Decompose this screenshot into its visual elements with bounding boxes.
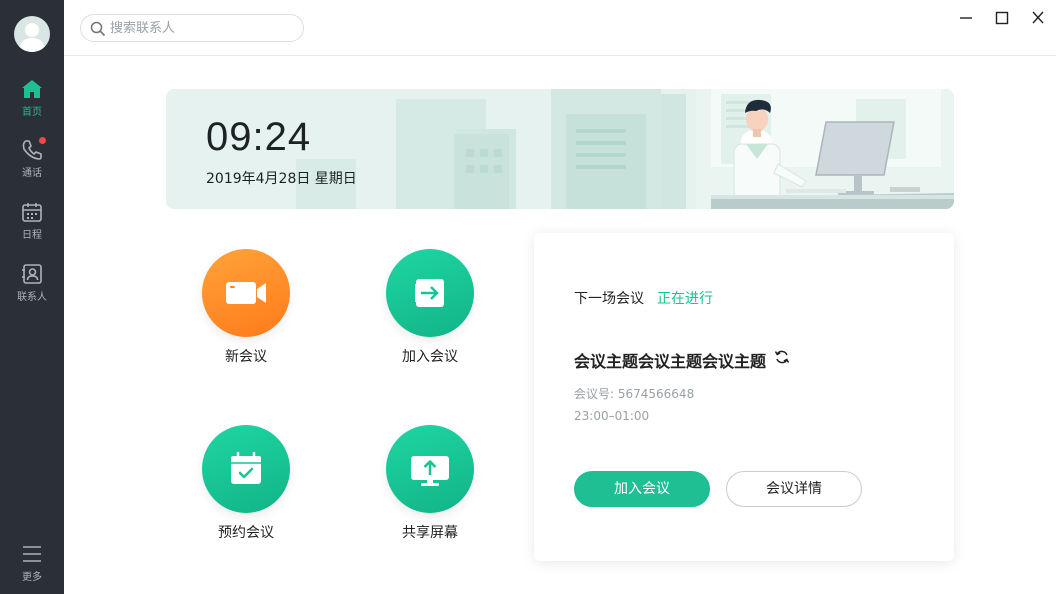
meeting-status: 正在进行: [657, 291, 713, 307]
notification-dot: [39, 137, 46, 144]
minimize-icon: [960, 17, 972, 19]
maximize-icon: [995, 11, 1009, 25]
sidebar: 首页 通话 日程 联系人 更多: [0, 0, 64, 594]
search-box[interactable]: [80, 14, 304, 42]
join-meeting-circle[interactable]: [386, 249, 474, 337]
sidebar-item-schedule[interactable]: 日程: [0, 201, 64, 253]
refresh-icon[interactable]: [774, 349, 790, 369]
current-date: 2019年4月28日 星期日: [206, 171, 357, 187]
search-icon: [90, 21, 105, 40]
next-meeting-card: 下一场会议 正在进行 会议主题会议主题会议主题 会议号: 5674566648 …: [534, 233, 954, 561]
minimize-button[interactable]: [952, 6, 980, 30]
share-screen-circle[interactable]: [386, 425, 474, 513]
schedule-meeting-circle[interactable]: [202, 425, 290, 513]
schedule-meeting-label: 预约会议: [218, 525, 274, 541]
contacts-icon: [21, 263, 43, 285]
time-banner: 09:24 2019年4月28日 星期日: [166, 89, 954, 209]
sidebar-item-label: 日程: [22, 230, 42, 241]
maximize-button[interactable]: [988, 6, 1016, 30]
enter-icon: [415, 279, 444, 307]
search-input[interactable]: [110, 18, 295, 38]
meeting-topic: 会议主题会议主题会议主题: [574, 352, 767, 371]
meeting-time-range: 23:00–01:00: [574, 409, 650, 423]
calendar-check-icon: [231, 451, 261, 484]
meeting-details-button[interactable]: 会议详情: [726, 471, 862, 507]
sidebar-more-label: 更多: [22, 572, 42, 583]
sidebar-item-calls[interactable]: 通话: [0, 137, 64, 191]
sidebar-more-button[interactable]: 更多: [0, 543, 64, 594]
new-meeting-label: 新会议: [225, 349, 267, 365]
join-meeting-card-button[interactable]: 加入会议: [574, 471, 710, 507]
schedule-meeting-button[interactable]: 预约会议: [186, 425, 306, 542]
join-meeting-button[interactable]: 加入会议: [370, 249, 490, 366]
user-avatar[interactable]: [14, 16, 50, 52]
phone-icon: [21, 137, 46, 161]
calendar-icon: [21, 201, 43, 223]
meeting-id: 会议号: 5674566648: [574, 387, 695, 401]
share-screen-button[interactable]: 共享屏幕: [370, 425, 490, 542]
sidebar-item-label: 通话: [22, 168, 42, 179]
video-camera-icon: [226, 282, 266, 304]
home-icon: [21, 78, 43, 100]
sidebar-item-contacts[interactable]: 联系人: [0, 263, 64, 315]
sidebar-item-home[interactable]: 首页: [0, 78, 64, 130]
new-meeting-circle[interactable]: [202, 249, 290, 337]
screen-share-icon: [411, 456, 449, 486]
join-meeting-label: 加入会议: [402, 349, 458, 365]
close-icon: [1032, 11, 1044, 24]
share-screen-label: 共享屏幕: [402, 525, 458, 541]
new-meeting-button[interactable]: 新会议: [186, 249, 306, 366]
top-bar: [64, 0, 1056, 56]
menu-icon: [21, 543, 43, 565]
close-button[interactable]: [1024, 6, 1052, 30]
current-time: 09:24: [206, 115, 312, 159]
sidebar-item-label: 联系人: [17, 292, 47, 303]
next-meeting-label: 下一场会议: [574, 291, 644, 307]
sidebar-item-label: 首页: [22, 107, 42, 118]
